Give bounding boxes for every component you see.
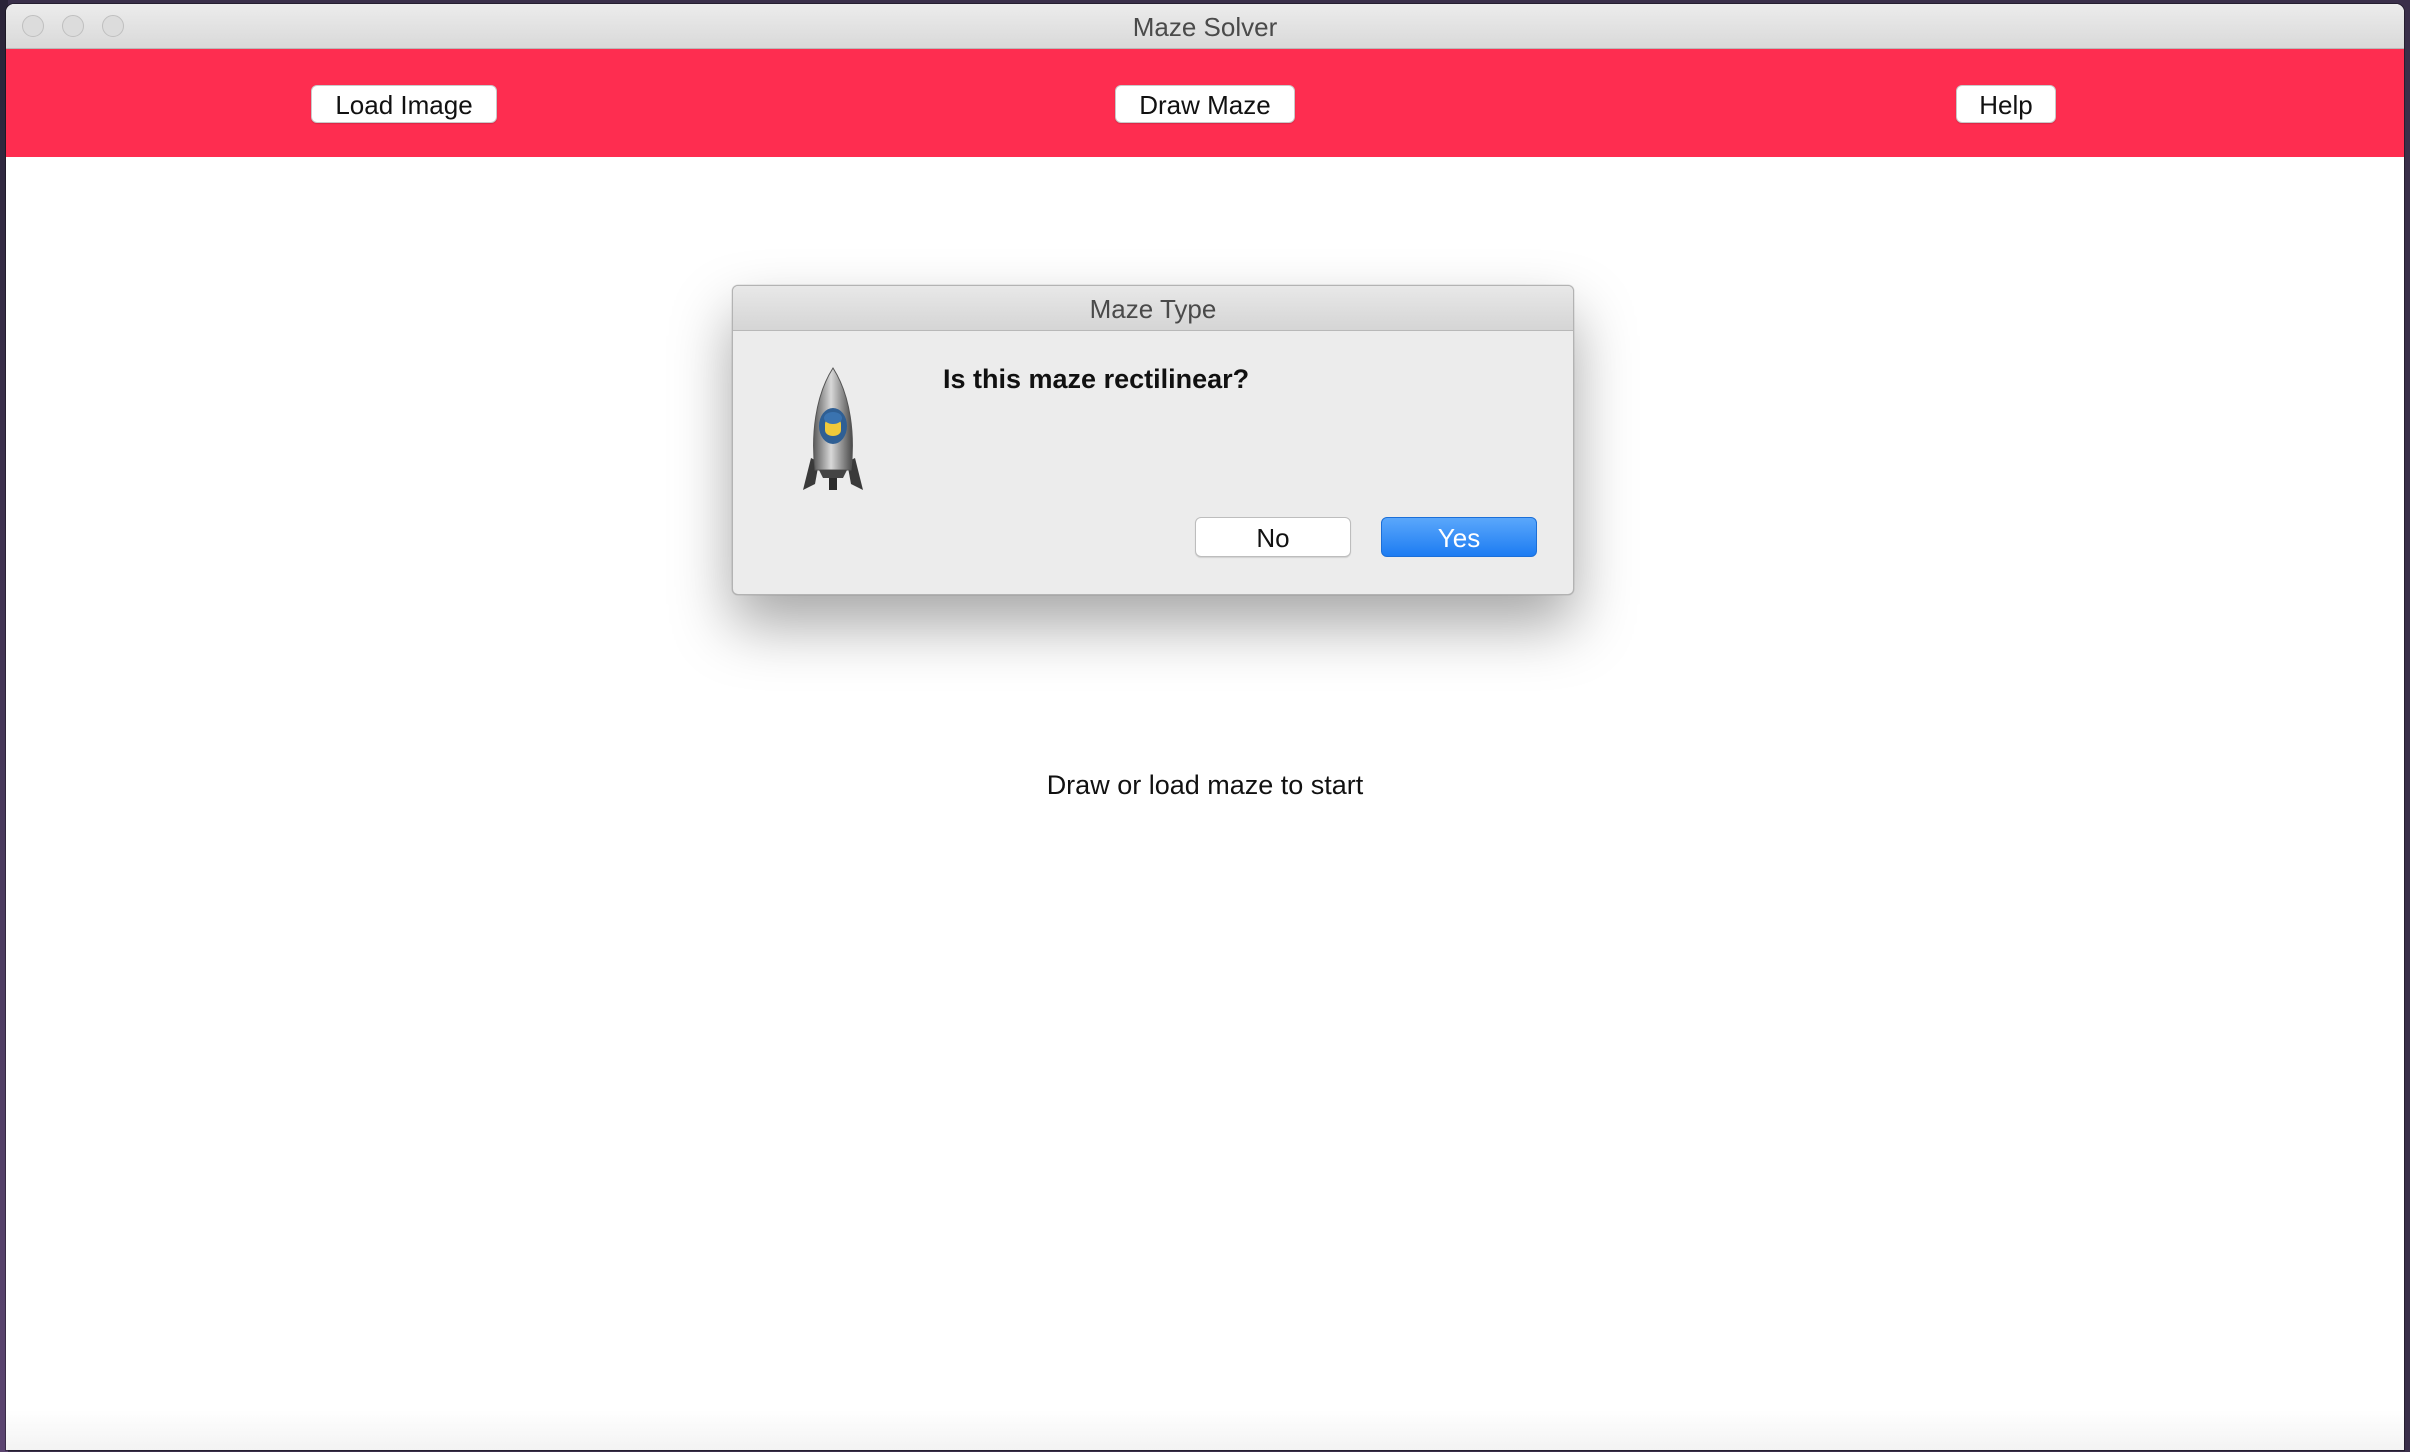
status-message: Draw or load maze to start xyxy=(1046,770,1364,800)
window-bottom-edge xyxy=(6,1410,2404,1450)
maze-type-dialog: Maze Type Is this maze rectilinear? No Y… xyxy=(732,285,1574,595)
load-image-button[interactable]: Load Image xyxy=(311,85,497,123)
draw-maze-button[interactable]: Draw Maze xyxy=(1115,85,1295,123)
help-button[interactable]: Help xyxy=(1956,85,2056,123)
python-launcher-rocket-icon xyxy=(801,366,865,494)
dialog-title[interactable]: Maze Type xyxy=(733,286,1573,331)
app-window: Maze Solver Load Image Draw Maze Help Dr… xyxy=(6,4,2404,1450)
toolbar: Load Image Draw Maze Help xyxy=(6,49,2404,157)
window-titlebar[interactable]: Maze Solver xyxy=(6,4,2404,49)
no-button[interactable]: No xyxy=(1195,517,1351,557)
yes-button[interactable]: Yes xyxy=(1381,517,1537,557)
window-title: Maze Solver xyxy=(1132,12,1278,42)
dialog-message: Is this maze rectilinear? xyxy=(943,364,1250,394)
